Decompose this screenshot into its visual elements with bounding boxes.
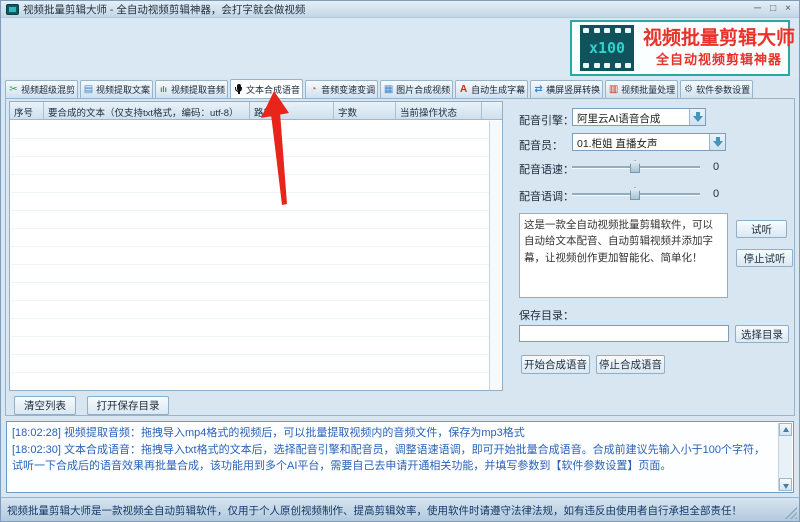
- scissors-icon: [8, 85, 19, 95]
- pitch-label: 配音语调：: [519, 188, 574, 204]
- tab-audio-speed-pitch[interactable]: 音频变速变调: [305, 80, 378, 98]
- tab-settings[interactable]: 软件参数设置: [680, 80, 753, 98]
- pitch-value: 0: [713, 188, 719, 200]
- speed-slider[interactable]: [572, 160, 700, 174]
- tab-screen-rotate[interactable]: 横屏竖屏转换: [530, 80, 603, 98]
- scroll-up-icon[interactable]: [779, 423, 792, 436]
- log-scrollbar[interactable]: [778, 423, 792, 491]
- scroll-down-icon[interactable]: [779, 478, 792, 491]
- rotate-screen-icon: [533, 85, 544, 95]
- text-file-table: 序号 要合成的文本（仅支持txt格式，编码：utf-8） 路径 字数 当前操作状…: [9, 101, 503, 391]
- tab-image-to-video[interactable]: 图片合成视频: [380, 80, 453, 98]
- tab-label: 文本合成语音: [246, 83, 300, 96]
- status-bar: 视频批量剪辑大师是一款视频全自动剪辑软件，仅用于个人原创视频制作、提高剪辑效率，…: [1, 497, 799, 521]
- picture-icon: [383, 85, 394, 95]
- gear-icon: [683, 85, 694, 95]
- header-banner: x100 视频批量剪辑大师 全自动视频剪辑神器: [1, 19, 799, 78]
- voice-label: 配音员：: [519, 137, 563, 153]
- app-window: 视频批量剪辑大师 - 全自动视频剪辑神器，会打字就会做视频 ─ □ × x100…: [0, 0, 800, 522]
- col-filler: [482, 102, 502, 119]
- tab-label: 软件参数设置: [696, 83, 750, 96]
- sample-text-input[interactable]: 这是一款全自动视频批量剪辑软件，可以自动给文本配音、自动剪辑视频并添加字幕，让视…: [519, 213, 728, 298]
- tab-label: 视频批量处理: [621, 83, 675, 96]
- engine-label: 配音引擎：: [519, 112, 574, 128]
- stop-listen-button[interactable]: 停止试听: [736, 249, 793, 267]
- tab-label: 横屏竖屏转换: [546, 83, 600, 96]
- logo-text: 视频批量剪辑大师 全自动视频剪辑神器: [643, 28, 795, 69]
- subtitle-a-icon: [458, 85, 469, 95]
- slider-thumb[interactable]: [630, 160, 640, 173]
- tab-text-to-speech[interactable]: 文本合成语音: [230, 79, 303, 98]
- log-entry: [18:02:28] 视频提取音频：拖拽导入mp4格式的视频后，可以批量提取视频…: [12, 425, 775, 441]
- window-title: 视频批量剪辑大师 - 全自动视频剪辑神器，会打字就会做视频: [23, 2, 305, 17]
- content-area: 序号 要合成的文本（仅支持txt格式，编码：utf-8） 路径 字数 当前操作状…: [5, 98, 795, 416]
- maximize-button[interactable]: □: [770, 4, 776, 14]
- logo-badge: x100: [583, 41, 631, 56]
- choose-dir-button[interactable]: 选择目录: [735, 325, 789, 343]
- minimize-button[interactable]: ─: [754, 4, 761, 14]
- voice-dropdown[interactable]: 01.柜姐 直播女声: [572, 133, 726, 151]
- open-save-dir-button[interactable]: 打开保存目录: [87, 396, 169, 415]
- col-path[interactable]: 路径: [250, 102, 334, 119]
- filmstrip-icon: x100: [580, 25, 634, 71]
- col-word-count[interactable]: 字数: [334, 102, 396, 119]
- tab-label: 自动生成字幕: [471, 83, 525, 96]
- table-header-row: 序号 要合成的文本（仅支持txt格式，编码：utf-8） 路径 字数 当前操作状…: [10, 102, 502, 120]
- clear-list-button[interactable]: 清空列表: [14, 396, 76, 415]
- tab-label: 音频变速变调: [321, 83, 375, 96]
- col-index[interactable]: 序号: [10, 102, 44, 119]
- tab-extract-audio[interactable]: 视频提取音频: [155, 80, 228, 98]
- chevron-down-icon[interactable]: [709, 134, 725, 150]
- tab-video-super-mix[interactable]: 视频超级混剪: [5, 80, 78, 98]
- tab-video-batch[interactable]: 视频批量处理: [605, 80, 678, 98]
- logo-title: 视频批量剪辑大师: [643, 28, 795, 50]
- engine-value: 阿里云AI语音合成: [577, 113, 660, 125]
- waveform-icon: [158, 85, 169, 95]
- title-bar: 视频批量剪辑大师 - 全自动视频剪辑神器，会打字就会做视频 ─ □ ×: [1, 1, 799, 18]
- video-batch-icon: [608, 85, 619, 95]
- slider-thumb[interactable]: [630, 187, 640, 200]
- speed-label: 配音语速：: [519, 161, 574, 177]
- tab-label: 图片合成视频: [396, 83, 450, 96]
- tab-label: 视频超级混剪: [21, 83, 75, 96]
- log-area: [18:02:28] 视频提取音频：拖拽导入mp4格式的视频后，可以批量提取视频…: [6, 421, 794, 493]
- table-scrollbar[interactable]: [489, 121, 502, 390]
- stop-synthesis-button[interactable]: 停止合成语音: [596, 355, 665, 374]
- start-synthesis-button[interactable]: 开始合成语音: [521, 355, 590, 374]
- app-logo: x100 视频批量剪辑大师 全自动视频剪辑神器: [570, 20, 790, 76]
- tab-label: 视频提取文案: [96, 83, 150, 96]
- engine-dropdown[interactable]: 阿里云AI语音合成: [572, 108, 706, 126]
- status-text: 视频批量剪辑大师是一款视频全自动剪辑软件，仅用于个人原创视频制作、提高剪辑效率，…: [7, 505, 742, 517]
- save-dir-input[interactable]: [519, 325, 729, 342]
- tab-auto-subtitle[interactable]: 自动生成字幕: [455, 80, 528, 98]
- pitch-slider[interactable]: [572, 187, 700, 201]
- col-status[interactable]: 当前操作状态: [396, 102, 482, 119]
- close-button[interactable]: ×: [785, 4, 791, 14]
- resize-grip[interactable]: [785, 507, 797, 519]
- tab-extract-text[interactable]: 视频提取文案: [80, 80, 153, 98]
- logo-subtitle: 全自动视频剪辑神器: [643, 49, 795, 68]
- log-entry: [18:02:30] 文本合成语音：拖拽导入txt格式的文本后，选择配音引擎和配…: [12, 442, 775, 474]
- speed-gauge-icon: [308, 85, 319, 95]
- tab-label: 视频提取音频: [171, 83, 225, 96]
- table-body-empty[interactable]: [10, 121, 489, 390]
- app-icon: [6, 4, 19, 15]
- chevron-down-icon[interactable]: [689, 109, 705, 125]
- microphone-icon: [233, 84, 244, 96]
- window-controls: ─ □ ×: [754, 4, 794, 14]
- voice-value: 01.柜姐 直播女声: [577, 138, 658, 150]
- document-icon: [83, 85, 94, 95]
- listen-button[interactable]: 试听: [736, 220, 787, 238]
- tab-bar: 视频超级混剪 视频提取文案 视频提取音频 文本合成语音 音频变速变调 图片合成视…: [5, 80, 753, 99]
- save-dir-label: 保存目录：: [519, 307, 574, 323]
- col-text[interactable]: 要合成的文本（仅支持txt格式，编码：utf-8）: [44, 102, 250, 119]
- speed-value: 0: [713, 161, 719, 173]
